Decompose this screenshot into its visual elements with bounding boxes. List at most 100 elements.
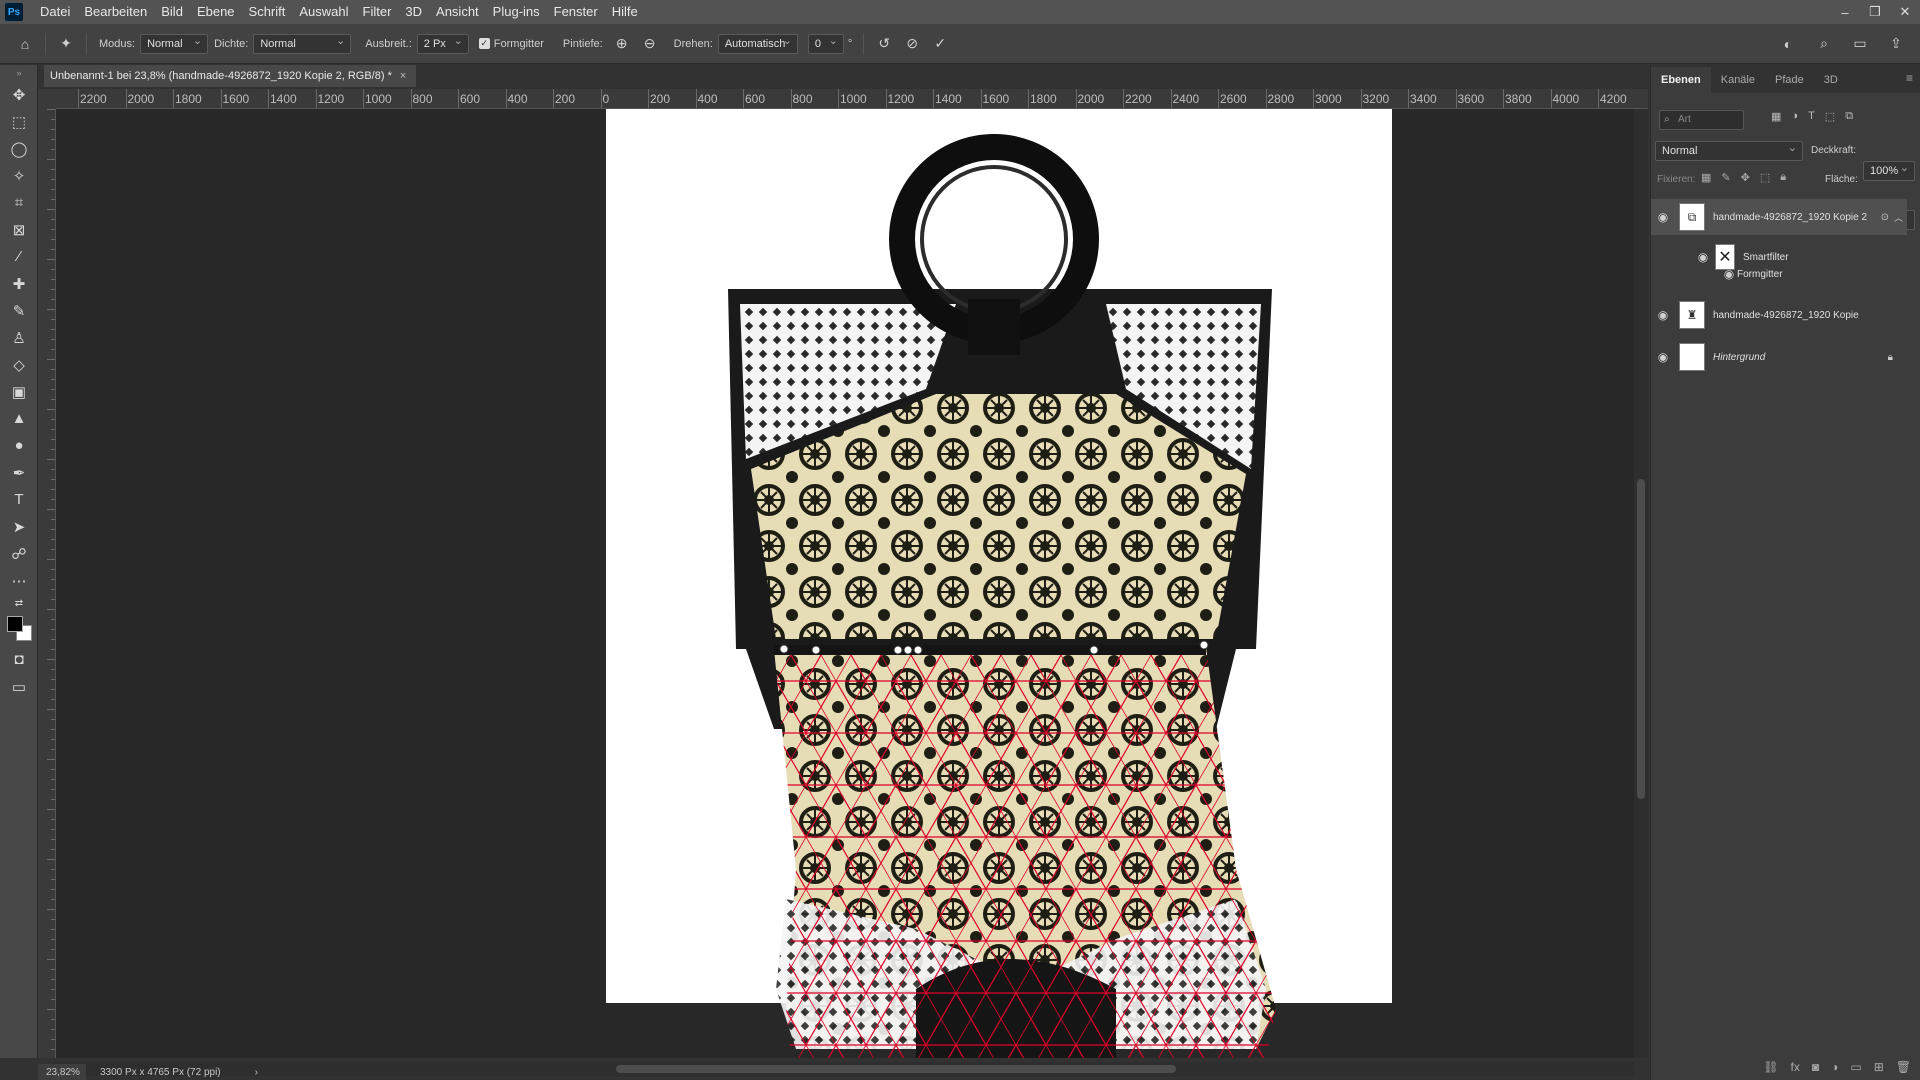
foreground-color-swatch[interactable] xyxy=(7,616,23,632)
visibility-eye-icon[interactable]: ◉ xyxy=(1651,308,1675,322)
visibility-eye-icon[interactable]: ◉ xyxy=(1651,350,1675,364)
menu-ansicht[interactable]: Ansicht xyxy=(429,0,486,24)
modus-select[interactable]: Normal xyxy=(140,33,209,54)
quick-mask-icon[interactable]: ◘ xyxy=(0,646,38,673)
home-icon[interactable]: ⌂ xyxy=(14,33,36,55)
adjustment-layer-icon[interactable]: ◑ xyxy=(1831,1060,1838,1074)
eraser-tool-icon[interactable]: ◇ xyxy=(0,351,38,378)
tab-ebenen[interactable]: Ebenen xyxy=(1651,67,1711,93)
tab-close-icon[interactable]: × xyxy=(400,70,406,82)
color-swatches[interactable] xyxy=(0,612,38,646)
shape-tool-icon[interactable]: ☍ xyxy=(0,540,38,567)
drehen-select[interactable]: Automatisch xyxy=(717,33,798,54)
menu-hilfe[interactable]: Hilfe xyxy=(605,0,645,24)
status-arrow-icon[interactable]: › xyxy=(255,1067,258,1078)
crop-tool-icon[interactable]: ⌗ xyxy=(0,189,38,216)
pin-backward-icon[interactable]: ⊖ xyxy=(639,33,661,55)
lock-all-icon[interactable]: 🔒︎ xyxy=(1780,171,1786,184)
warp-pin[interactable] xyxy=(903,645,913,655)
magic-wand-tool-icon[interactable]: ✧ xyxy=(0,162,38,189)
menu-3d[interactable]: 3D xyxy=(398,0,429,24)
reset-icon[interactable]: ↺ xyxy=(873,33,895,55)
warp-pin[interactable] xyxy=(1199,640,1209,650)
menu-schrift[interactable]: Schrift xyxy=(242,0,293,24)
canvas-area[interactable] xyxy=(56,109,1634,1058)
opacity-input[interactable]: 100% xyxy=(1863,161,1915,181)
dodge-tool-icon[interactable]: ● xyxy=(0,432,38,459)
pin-tool-icon[interactable]: ✦ xyxy=(55,33,77,55)
layer-row[interactable]: ◉ ♜ handmade-4926872_1920 Kopie xyxy=(1651,297,1907,333)
lasso-tool-icon[interactable]: ◯ xyxy=(0,135,38,162)
filter-type-icon[interactable]: T xyxy=(1808,110,1815,123)
type-tool-icon[interactable]: T xyxy=(0,486,38,513)
delete-layer-icon[interactable]: 🗑︎ xyxy=(1896,1060,1911,1074)
path-select-tool-icon[interactable]: ➤ xyxy=(0,513,38,540)
menu-plugins[interactable]: Plug-ins xyxy=(486,0,547,24)
link-layers-icon[interactable]: ⛓ xyxy=(1763,1060,1778,1074)
toolbar-collapse-icon[interactable]: » xyxy=(0,65,38,81)
menu-bearbeiten[interactable]: Bearbeiten xyxy=(77,0,154,24)
menu-fenster[interactable]: Fenster xyxy=(547,0,605,24)
visibility-eye-icon[interactable]: ◉ xyxy=(1691,250,1715,264)
document-tab[interactable]: Unbenannt-1 bei 23,8% (handmade-4926872_… xyxy=(44,65,417,87)
new-group-icon[interactable]: ▭ xyxy=(1850,1060,1861,1074)
layer-style-icon[interactable]: fx xyxy=(1791,1060,1800,1074)
lock-icon[interactable]: 🔒︎ xyxy=(1888,352,1893,363)
cancel-icon[interactable]: ⊘ xyxy=(901,33,923,55)
add-mask-icon[interactable]: ◙ xyxy=(1812,1060,1819,1074)
blur-tool-icon[interactable]: ▲ xyxy=(0,405,38,432)
learn-icon[interactable]: ◐ xyxy=(1777,33,1799,55)
ausbreit-select[interactable]: 2 Px xyxy=(416,33,469,54)
formgitter-checkbox[interactable]: ✓ xyxy=(478,38,490,49)
warp-pin[interactable] xyxy=(779,644,789,654)
dichte-select[interactable]: Normal xyxy=(253,33,352,54)
blend-mode-select[interactable]: Normal xyxy=(1655,141,1803,161)
menu-filter[interactable]: Filter xyxy=(356,0,399,24)
filter-shape-icon[interactable]: ⬚ xyxy=(1825,110,1835,123)
lock-position-icon[interactable]: ✥ xyxy=(1741,171,1750,184)
screen-mode-icon[interactable]: ▭ xyxy=(0,673,38,700)
search-icon[interactable]: ⌕ xyxy=(1813,33,1835,55)
swap-colors-icon[interactable]: ⇄ xyxy=(0,594,38,612)
layer-filter-search[interactable]: ⌕ Art xyxy=(1659,110,1744,130)
lock-transparent-icon[interactable]: ▦ xyxy=(1701,171,1711,184)
filter-adjustment-icon[interactable]: ◑ xyxy=(1791,110,1798,123)
vertical-scrollbar[interactable] xyxy=(1634,109,1648,1058)
move-tool-icon[interactable]: ✥ xyxy=(0,81,38,108)
horizontal-ruler[interactable]: 2200 2000 1800 1600 1400 1200 1000 800 600 400 200… xyxy=(56,89,1648,109)
layer-row[interactable]: ◉ Hintergrund 🔒︎ xyxy=(1651,339,1907,375)
filter-smartobject-icon[interactable]: ⧉ xyxy=(1845,110,1853,123)
lock-pixels-icon[interactable]: ✎ xyxy=(1721,171,1730,184)
eyedropper-tool-icon[interactable]: ⁄ xyxy=(0,243,38,270)
vertical-scroll-thumb[interactable] xyxy=(1637,479,1645,799)
close-button[interactable]: ✕ xyxy=(1890,0,1920,24)
tab-pfade[interactable]: Pfade xyxy=(1765,67,1814,93)
horizontal-scroll-thumb[interactable] xyxy=(616,1065,1176,1073)
more-tools-icon[interactable]: ⋯ xyxy=(0,567,38,594)
share-icon[interactable]: ⇪ xyxy=(1885,33,1907,55)
stamp-tool-icon[interactable]: ♙ xyxy=(0,324,38,351)
tab-3d[interactable]: 3D xyxy=(1814,67,1848,93)
menu-datei[interactable]: Datei xyxy=(33,0,77,24)
brush-tool-icon[interactable]: ✎ xyxy=(0,297,38,324)
warp-pin[interactable] xyxy=(1089,645,1099,655)
warp-pin[interactable] xyxy=(913,645,923,655)
frame-tool-icon[interactable]: ⊠ xyxy=(0,216,38,243)
vertical-ruler[interactable] xyxy=(38,109,56,1058)
visibility-eye-icon[interactable]: ◉ xyxy=(1721,267,1737,281)
filter-pixel-icon[interactable]: ▦ xyxy=(1771,110,1781,123)
tab-kanaele[interactable]: Kanäle xyxy=(1711,67,1765,93)
menu-auswahl[interactable]: Auswahl xyxy=(292,0,355,24)
warp-pin[interactable] xyxy=(893,645,903,655)
healing-tool-icon[interactable]: ✚ xyxy=(0,270,38,297)
panel-menu-icon[interactable]: ≡ xyxy=(1906,71,1913,85)
gradient-tool-icon[interactable]: ▣ xyxy=(0,378,38,405)
pen-tool-icon[interactable]: ✒ xyxy=(0,459,38,486)
collapse-chevron-icon[interactable]: ︿ xyxy=(1894,211,1903,224)
zoom-level[interactable]: 23,82% xyxy=(38,1064,86,1080)
restore-button[interactable]: ❐ xyxy=(1860,0,1890,24)
menu-bild[interactable]: Bild xyxy=(154,0,190,24)
visibility-eye-icon[interactable]: ◉ xyxy=(1651,210,1675,224)
workspace-icon[interactable]: ▭ xyxy=(1849,33,1871,55)
marquee-tool-icon[interactable]: ⬚ xyxy=(0,108,38,135)
